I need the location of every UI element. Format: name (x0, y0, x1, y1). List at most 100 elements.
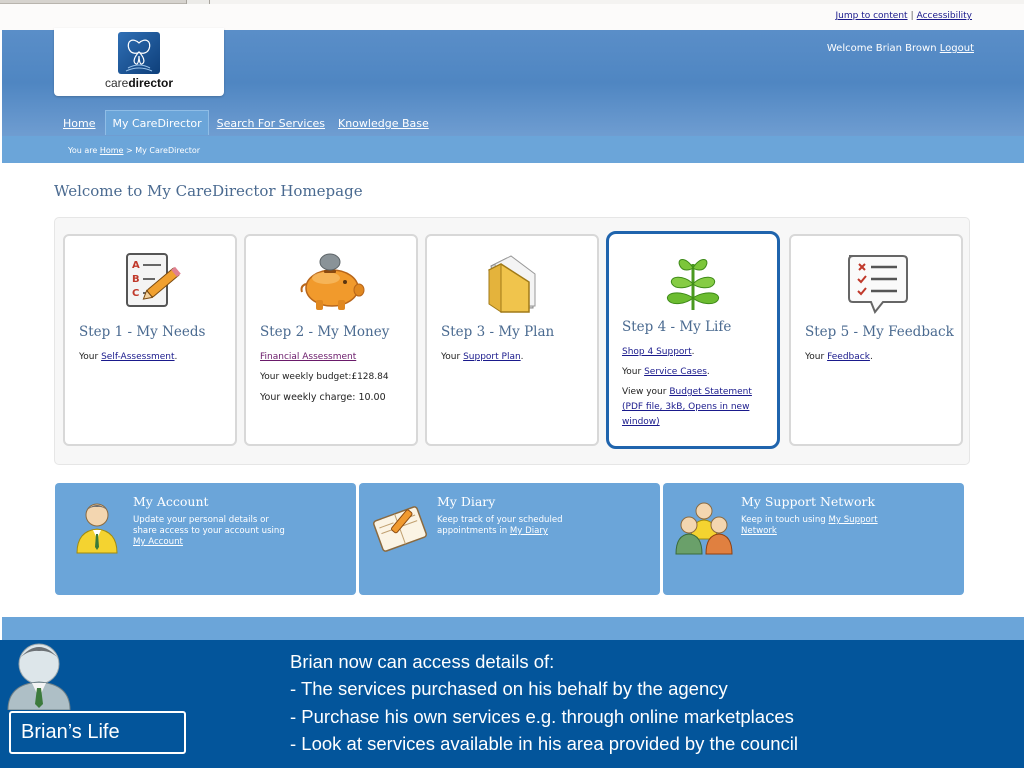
page-title: Welcome to My CareDirector Homepage (54, 182, 363, 200)
info-box-my-diary: My Diary Keep track of your scheduled ap… (359, 483, 660, 595)
svg-text:A: A (132, 260, 140, 271)
line-text: . (706, 367, 710, 377)
step-line: Your Support Plan. (441, 350, 593, 365)
line-text: Your (79, 352, 102, 362)
info-text: Keep in touch using My Support Network (741, 515, 901, 537)
weekly-budget: Your weekly budget:£128.84 (260, 372, 389, 382)
info-text-body: Keep in touch using (741, 515, 829, 525)
line-text: . (691, 347, 695, 357)
welcome-area: Welcome Brian Brown Logout (827, 43, 974, 54)
logo-wordmark: caredirector (54, 76, 224, 90)
brians-life-label: Brian’s Life (9, 711, 186, 754)
step-title: Step 2 - My Money (260, 324, 390, 340)
feedback-bubble-icon (791, 248, 961, 316)
svg-text:B: B (132, 274, 140, 285)
breadcrumb-home-link[interactable]: Home (100, 146, 124, 155)
support-plan-link[interactable]: Support Plan (463, 352, 521, 362)
nav-knowledge-base[interactable]: Knowledge Base (335, 112, 432, 135)
info-text: Keep track of your scheduled appointment… (437, 515, 597, 537)
logo-prefix: care (104, 76, 129, 90)
line-text: Your (441, 352, 464, 362)
step-title: Step 3 - My Plan (441, 324, 555, 340)
step-line: Your Self-Assessment. (79, 350, 231, 365)
my-account-link[interactable]: My Account (133, 537, 183, 547)
user-icon (73, 499, 121, 555)
diary-icon (371, 499, 429, 555)
line-text: View your (622, 387, 670, 397)
step-body: Shop 4 Support. Your Service Cases. View… (622, 345, 774, 435)
feedback-link[interactable]: Feedback (827, 352, 870, 362)
info-boxes-row: My Account Update your personal details … (55, 483, 965, 595)
logo[interactable]: caredirector (54, 28, 224, 96)
steps-panel: A B C Step 1 - My Needs Your Self-Assess… (54, 217, 970, 465)
person-avatar-icon (6, 640, 72, 711)
step-line: Shop 4 Support. (622, 345, 774, 360)
main-nav: Home My CareDirector Search For Services Kn… (60, 110, 439, 136)
site-header: caredirector Welcome Brian Brown Logout … (2, 28, 1024, 136)
overlay-line: - The services purchased on his behalf b… (290, 678, 728, 700)
welcome-text: Welcome Brian Brown (826, 43, 937, 54)
overlay-text: Brian now can access details of: - The s… (290, 648, 990, 757)
info-box-my-account: My Account Update your personal details … (55, 483, 356, 595)
nav-home[interactable]: Home (60, 112, 98, 135)
step-line: Your Service Cases. (622, 365, 774, 380)
weekly-charge: Your weekly charge: 10.00 (260, 392, 386, 403)
logo-bold: director (128, 76, 174, 90)
butterfly-logo-icon (118, 32, 160, 74)
self-assessment-link[interactable]: Self-Assessment (101, 352, 174, 362)
step-card-my-money: Step 2 - My Money Financial Assessment Y… (244, 234, 418, 446)
line-text: . (174, 352, 178, 362)
jump-to-content-link[interactable]: Jump to content (836, 11, 908, 21)
line-text: . (520, 352, 524, 362)
breadcrumb: You are Home > My CareDirector (68, 146, 200, 155)
footer-strip (2, 617, 1024, 640)
narrative-overlay: Brian’s Life Brian now can access detail… (0, 640, 1024, 768)
breadcrumb-bar: You are Home > My CareDirector (2, 136, 1024, 163)
step-title: Step 1 - My Needs (79, 324, 206, 340)
info-text-body: Update your personal details or share ac… (133, 515, 285, 536)
info-text: Update your personal details or share ac… (133, 515, 293, 548)
group-icon (675, 499, 733, 555)
step-body: Your Self-Assessment. (79, 350, 231, 370)
step-line: Financial Assessment (260, 350, 412, 365)
step-body: Your Support Plan. (441, 350, 593, 370)
step-line: Your Feedback. (805, 350, 957, 365)
service-cases-link[interactable]: Service Cases (644, 367, 707, 377)
utility-bar: Jump to content | Accessibility (0, 4, 1024, 30)
overlay-line: - Purchase his own services e.g. through… (290, 705, 794, 727)
step-line: View your Budget Statement (PDF file, 3k… (622, 385, 774, 430)
step-title: Step 5 - My Feedback (805, 324, 954, 340)
overlay-line: - Look at services available in his area… (290, 732, 799, 754)
step-card-my-life: Step 4 - My Life Shop 4 Support. Your Se… (606, 231, 780, 449)
breadcrumb-current: > My CareDirector (126, 146, 201, 155)
utility-separator: | (910, 11, 914, 21)
shop-4-support-link[interactable]: Shop 4 Support (622, 347, 692, 357)
folder-icon (427, 248, 597, 316)
line-text: Your (805, 352, 828, 362)
checklist-pencil-icon: A B C (65, 248, 235, 316)
plant-icon (609, 246, 777, 314)
line-text: . (869, 352, 873, 362)
step-card-my-plan: Step 3 - My Plan Your Support Plan. (425, 234, 599, 446)
step-card-my-feedback: Step 5 - My Feedback Your Feedback. (789, 234, 963, 446)
info-title: My Account (133, 494, 209, 509)
step-body: Financial Assessment Your weekly budget:… (260, 350, 412, 410)
step-body: Your Feedback. (805, 350, 957, 370)
info-title: My Diary (437, 494, 496, 509)
line-text: Your (622, 367, 645, 377)
svg-text:C: C (132, 288, 139, 299)
utility-links: Jump to content | Accessibility (836, 11, 973, 21)
my-diary-link[interactable]: My Diary (510, 526, 548, 536)
nav-search-for-services[interactable]: Search For Services (214, 112, 328, 135)
info-box-my-support-network: My Support Network Keep in touch using M… (663, 483, 964, 595)
step-card-my-needs: A B C Step 1 - My Needs Your Self-Assess… (63, 234, 237, 446)
overlay-line: Brian now can access details of: (290, 651, 555, 672)
nav-my-caredirector[interactable]: My CareDirector (105, 110, 209, 135)
piggy-bank-icon (246, 248, 416, 316)
financial-assessment-link[interactable]: Financial Assessment (260, 352, 356, 362)
step-title: Step 4 - My Life (622, 319, 732, 335)
breadcrumb-prefix: You are (68, 146, 98, 155)
accessibility-link[interactable]: Accessibility (917, 11, 972, 21)
logout-link[interactable]: Logout (940, 43, 974, 54)
info-title: My Support Network (741, 494, 876, 509)
